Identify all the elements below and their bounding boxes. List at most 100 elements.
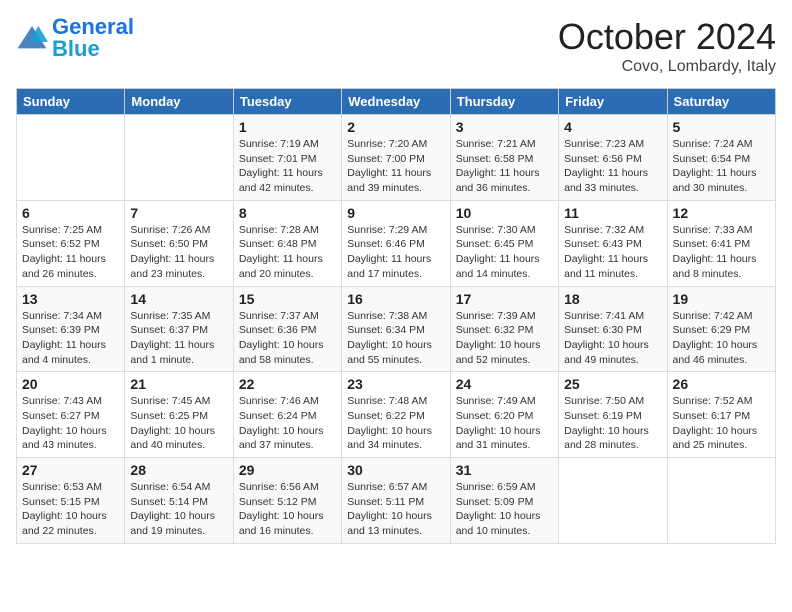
calendar-cell: 8Sunrise: 7:28 AM Sunset: 6:48 PM Daylig… — [233, 200, 341, 286]
calendar-cell: 28 Sunrise: 6:54 AM Sunset: 5:14 PM Dayli… — [125, 458, 233, 544]
calendar-cell: 17Sunrise: 7:39 AM Sunset: 6:32 PM Dayli… — [450, 286, 558, 372]
header-row: SundayMondayTuesdayWednesdayThursdayFrid… — [17, 89, 776, 115]
week-row-1: 1Sunrise: 7:19 AM Sunset: 7:01 PM Daylig… — [17, 115, 776, 201]
day-number: 21 — [130, 376, 227, 392]
calendar-cell: 31 Sunrise: 6:59 AM Sunset: 5:09 PM Dayli… — [450, 458, 558, 544]
calendar-header: SundayMondayTuesdayWednesdayThursdayFrid… — [17, 89, 776, 115]
calendar-cell: 20Sunrise: 7:43 AM Sunset: 6:27 PM Dayli… — [17, 372, 125, 458]
calendar-cell: 15 Sunrise: 7:37 AM Sunset: 6:36 PM Dayli… — [233, 286, 341, 372]
week-row-4: 20Sunrise: 7:43 AM Sunset: 6:27 PM Dayli… — [17, 372, 776, 458]
day-header-wednesday: Wednesday — [342, 89, 450, 115]
day-detail: Sunrise: 7:26 AM Sunset: 6:50 PM Dayligh… — [130, 223, 227, 282]
calendar-cell — [559, 458, 667, 544]
day-number: 11 — [564, 205, 661, 221]
calendar-cell: 7Sunrise: 7:26 AM Sunset: 6:50 PM Daylig… — [125, 200, 233, 286]
calendar-cell: 9 Sunrise: 7:29 AM Sunset: 6:46 PM Daylig… — [342, 200, 450, 286]
calendar-cell: 13Sunrise: 7:34 AM Sunset: 6:39 PM Dayli… — [17, 286, 125, 372]
calendar-cell: 1Sunrise: 7:19 AM Sunset: 7:01 PM Daylig… — [233, 115, 341, 201]
day-detail: Sunrise: 7:43 AM Sunset: 6:27 PM Dayligh… — [22, 394, 119, 453]
calendar-cell: 23 Sunrise: 7:48 AM Sunset: 6:22 PM Dayli… — [342, 372, 450, 458]
day-number: 5 — [673, 119, 770, 135]
month-title: October 2024 — [558, 16, 776, 58]
day-number: 30 — [347, 462, 444, 478]
day-detail: Sunrise: 7:24 AM Sunset: 6:54 PM Dayligh… — [673, 137, 770, 196]
day-detail: Sunrise: 6:56 AM Sunset: 5:12 PM Dayligh… — [239, 480, 336, 539]
day-number: 16 — [347, 291, 444, 307]
calendar-cell: 19Sunrise: 7:42 AM Sunset: 6:29 PM Dayli… — [667, 286, 775, 372]
day-header-tuesday: Tuesday — [233, 89, 341, 115]
day-detail: Sunrise: 7:50 AM Sunset: 6:19 PM Dayligh… — [564, 394, 661, 453]
calendar-cell: 14Sunrise: 7:35 AM Sunset: 6:37 PM Dayli… — [125, 286, 233, 372]
day-detail: Sunrise: 7:21 AM Sunset: 6:58 PM Dayligh… — [456, 137, 553, 196]
day-number: 31 — [456, 462, 553, 478]
calendar-cell: 3 Sunrise: 7:21 AM Sunset: 6:58 PM Daylig… — [450, 115, 558, 201]
day-detail: Sunrise: 7:49 AM Sunset: 6:20 PM Dayligh… — [456, 394, 553, 453]
day-detail: Sunrise: 7:35 AM Sunset: 6:37 PM Dayligh… — [130, 309, 227, 368]
calendar-cell: 30Sunrise: 6:57 AM Sunset: 5:11 PM Dayli… — [342, 458, 450, 544]
day-detail: Sunrise: 7:23 AM Sunset: 6:56 PM Dayligh… — [564, 137, 661, 196]
logo: General Blue — [16, 16, 134, 60]
day-number: 6 — [22, 205, 119, 221]
calendar-cell: 16 Sunrise: 7:38 AM Sunset: 6:34 PM Dayli… — [342, 286, 450, 372]
day-number: 23 — [347, 376, 444, 392]
week-row-2: 6 Sunrise: 7:25 AM Sunset: 6:52 PM Daylig… — [17, 200, 776, 286]
day-detail: Sunrise: 7:32 AM Sunset: 6:43 PM Dayligh… — [564, 223, 661, 282]
day-number: 3 — [456, 119, 553, 135]
calendar-cell: 18 Sunrise: 7:41 AM Sunset: 6:30 PM Dayli… — [559, 286, 667, 372]
week-row-3: 13Sunrise: 7:34 AM Sunset: 6:39 PM Dayli… — [17, 286, 776, 372]
day-detail: Sunrise: 7:37 AM Sunset: 6:36 PM Dayligh… — [239, 309, 336, 368]
calendar-cell: 21Sunrise: 7:45 AM Sunset: 6:25 PM Dayli… — [125, 372, 233, 458]
day-number: 12 — [673, 205, 770, 221]
day-number: 4 — [564, 119, 661, 135]
day-header-sunday: Sunday — [17, 89, 125, 115]
calendar-cell — [667, 458, 775, 544]
day-detail: Sunrise: 7:30 AM Sunset: 6:45 PM Dayligh… — [456, 223, 553, 282]
day-number: 2 — [347, 119, 444, 135]
day-detail: Sunrise: 7:19 AM Sunset: 7:01 PM Dayligh… — [239, 137, 336, 196]
header: General Blue October 2024 Covo, Lombardy… — [16, 16, 776, 76]
calendar-cell: 10Sunrise: 7:30 AM Sunset: 6:45 PM Dayli… — [450, 200, 558, 286]
day-header-thursday: Thursday — [450, 89, 558, 115]
day-number: 22 — [239, 376, 336, 392]
day-detail: Sunrise: 7:34 AM Sunset: 6:39 PM Dayligh… — [22, 309, 119, 368]
day-detail: Sunrise: 6:53 AM Sunset: 5:15 PM Dayligh… — [22, 480, 119, 539]
day-number: 29 — [239, 462, 336, 478]
calendar-cell: 25 Sunrise: 7:50 AM Sunset: 6:19 PM Dayli… — [559, 372, 667, 458]
title-area: October 2024 Covo, Lombardy, Italy — [558, 16, 776, 76]
day-header-monday: Monday — [125, 89, 233, 115]
day-detail: Sunrise: 6:54 AM Sunset: 5:14 PM Dayligh… — [130, 480, 227, 539]
day-detail: Sunrise: 7:33 AM Sunset: 6:41 PM Dayligh… — [673, 223, 770, 282]
day-detail: Sunrise: 7:25 AM Sunset: 6:52 PM Dayligh… — [22, 223, 119, 282]
location-subtitle: Covo, Lombardy, Italy — [558, 58, 776, 76]
day-number: 15 — [239, 291, 336, 307]
day-detail: Sunrise: 7:41 AM Sunset: 6:30 PM Dayligh… — [564, 309, 661, 368]
day-detail: Sunrise: 7:29 AM Sunset: 6:46 PM Dayligh… — [347, 223, 444, 282]
day-detail: Sunrise: 7:28 AM Sunset: 6:48 PM Dayligh… — [239, 223, 336, 282]
day-number: 9 — [347, 205, 444, 221]
logo-text: General Blue — [52, 16, 134, 60]
day-detail: Sunrise: 7:52 AM Sunset: 6:17 PM Dayligh… — [673, 394, 770, 453]
day-number: 28 — [130, 462, 227, 478]
calendar-cell: 22 Sunrise: 7:46 AM Sunset: 6:24 PM Dayli… — [233, 372, 341, 458]
day-number: 18 — [564, 291, 661, 307]
day-detail: Sunrise: 6:59 AM Sunset: 5:09 PM Dayligh… — [456, 480, 553, 539]
calendar-cell: 5 Sunrise: 7:24 AM Sunset: 6:54 PM Daylig… — [667, 115, 775, 201]
calendar-cell: 2Sunrise: 7:20 AM Sunset: 7:00 PM Daylig… — [342, 115, 450, 201]
day-number: 24 — [456, 376, 553, 392]
calendar-cell: 12 Sunrise: 7:33 AM Sunset: 6:41 PM Dayli… — [667, 200, 775, 286]
day-number: 27 — [22, 462, 119, 478]
week-row-5: 27 Sunrise: 6:53 AM Sunset: 5:15 PM Dayli… — [17, 458, 776, 544]
logo-icon — [16, 24, 48, 52]
calendar-cell: 4 Sunrise: 7:23 AM Sunset: 6:56 PM Daylig… — [559, 115, 667, 201]
day-detail: Sunrise: 7:48 AM Sunset: 6:22 PM Dayligh… — [347, 394, 444, 453]
day-detail: Sunrise: 7:38 AM Sunset: 6:34 PM Dayligh… — [347, 309, 444, 368]
day-number: 25 — [564, 376, 661, 392]
day-header-friday: Friday — [559, 89, 667, 115]
calendar-cell: 24 Sunrise: 7:49 AM Sunset: 6:20 PM Dayli… — [450, 372, 558, 458]
calendar-cell: 27 Sunrise: 6:53 AM Sunset: 5:15 PM Dayli… — [17, 458, 125, 544]
calendar-cell: 26Sunrise: 7:52 AM Sunset: 6:17 PM Dayli… — [667, 372, 775, 458]
day-number: 17 — [456, 291, 553, 307]
calendar-table: SundayMondayTuesdayWednesdayThursdayFrid… — [16, 88, 776, 544]
calendar-cell — [125, 115, 233, 201]
day-detail: Sunrise: 7:46 AM Sunset: 6:24 PM Dayligh… — [239, 394, 336, 453]
